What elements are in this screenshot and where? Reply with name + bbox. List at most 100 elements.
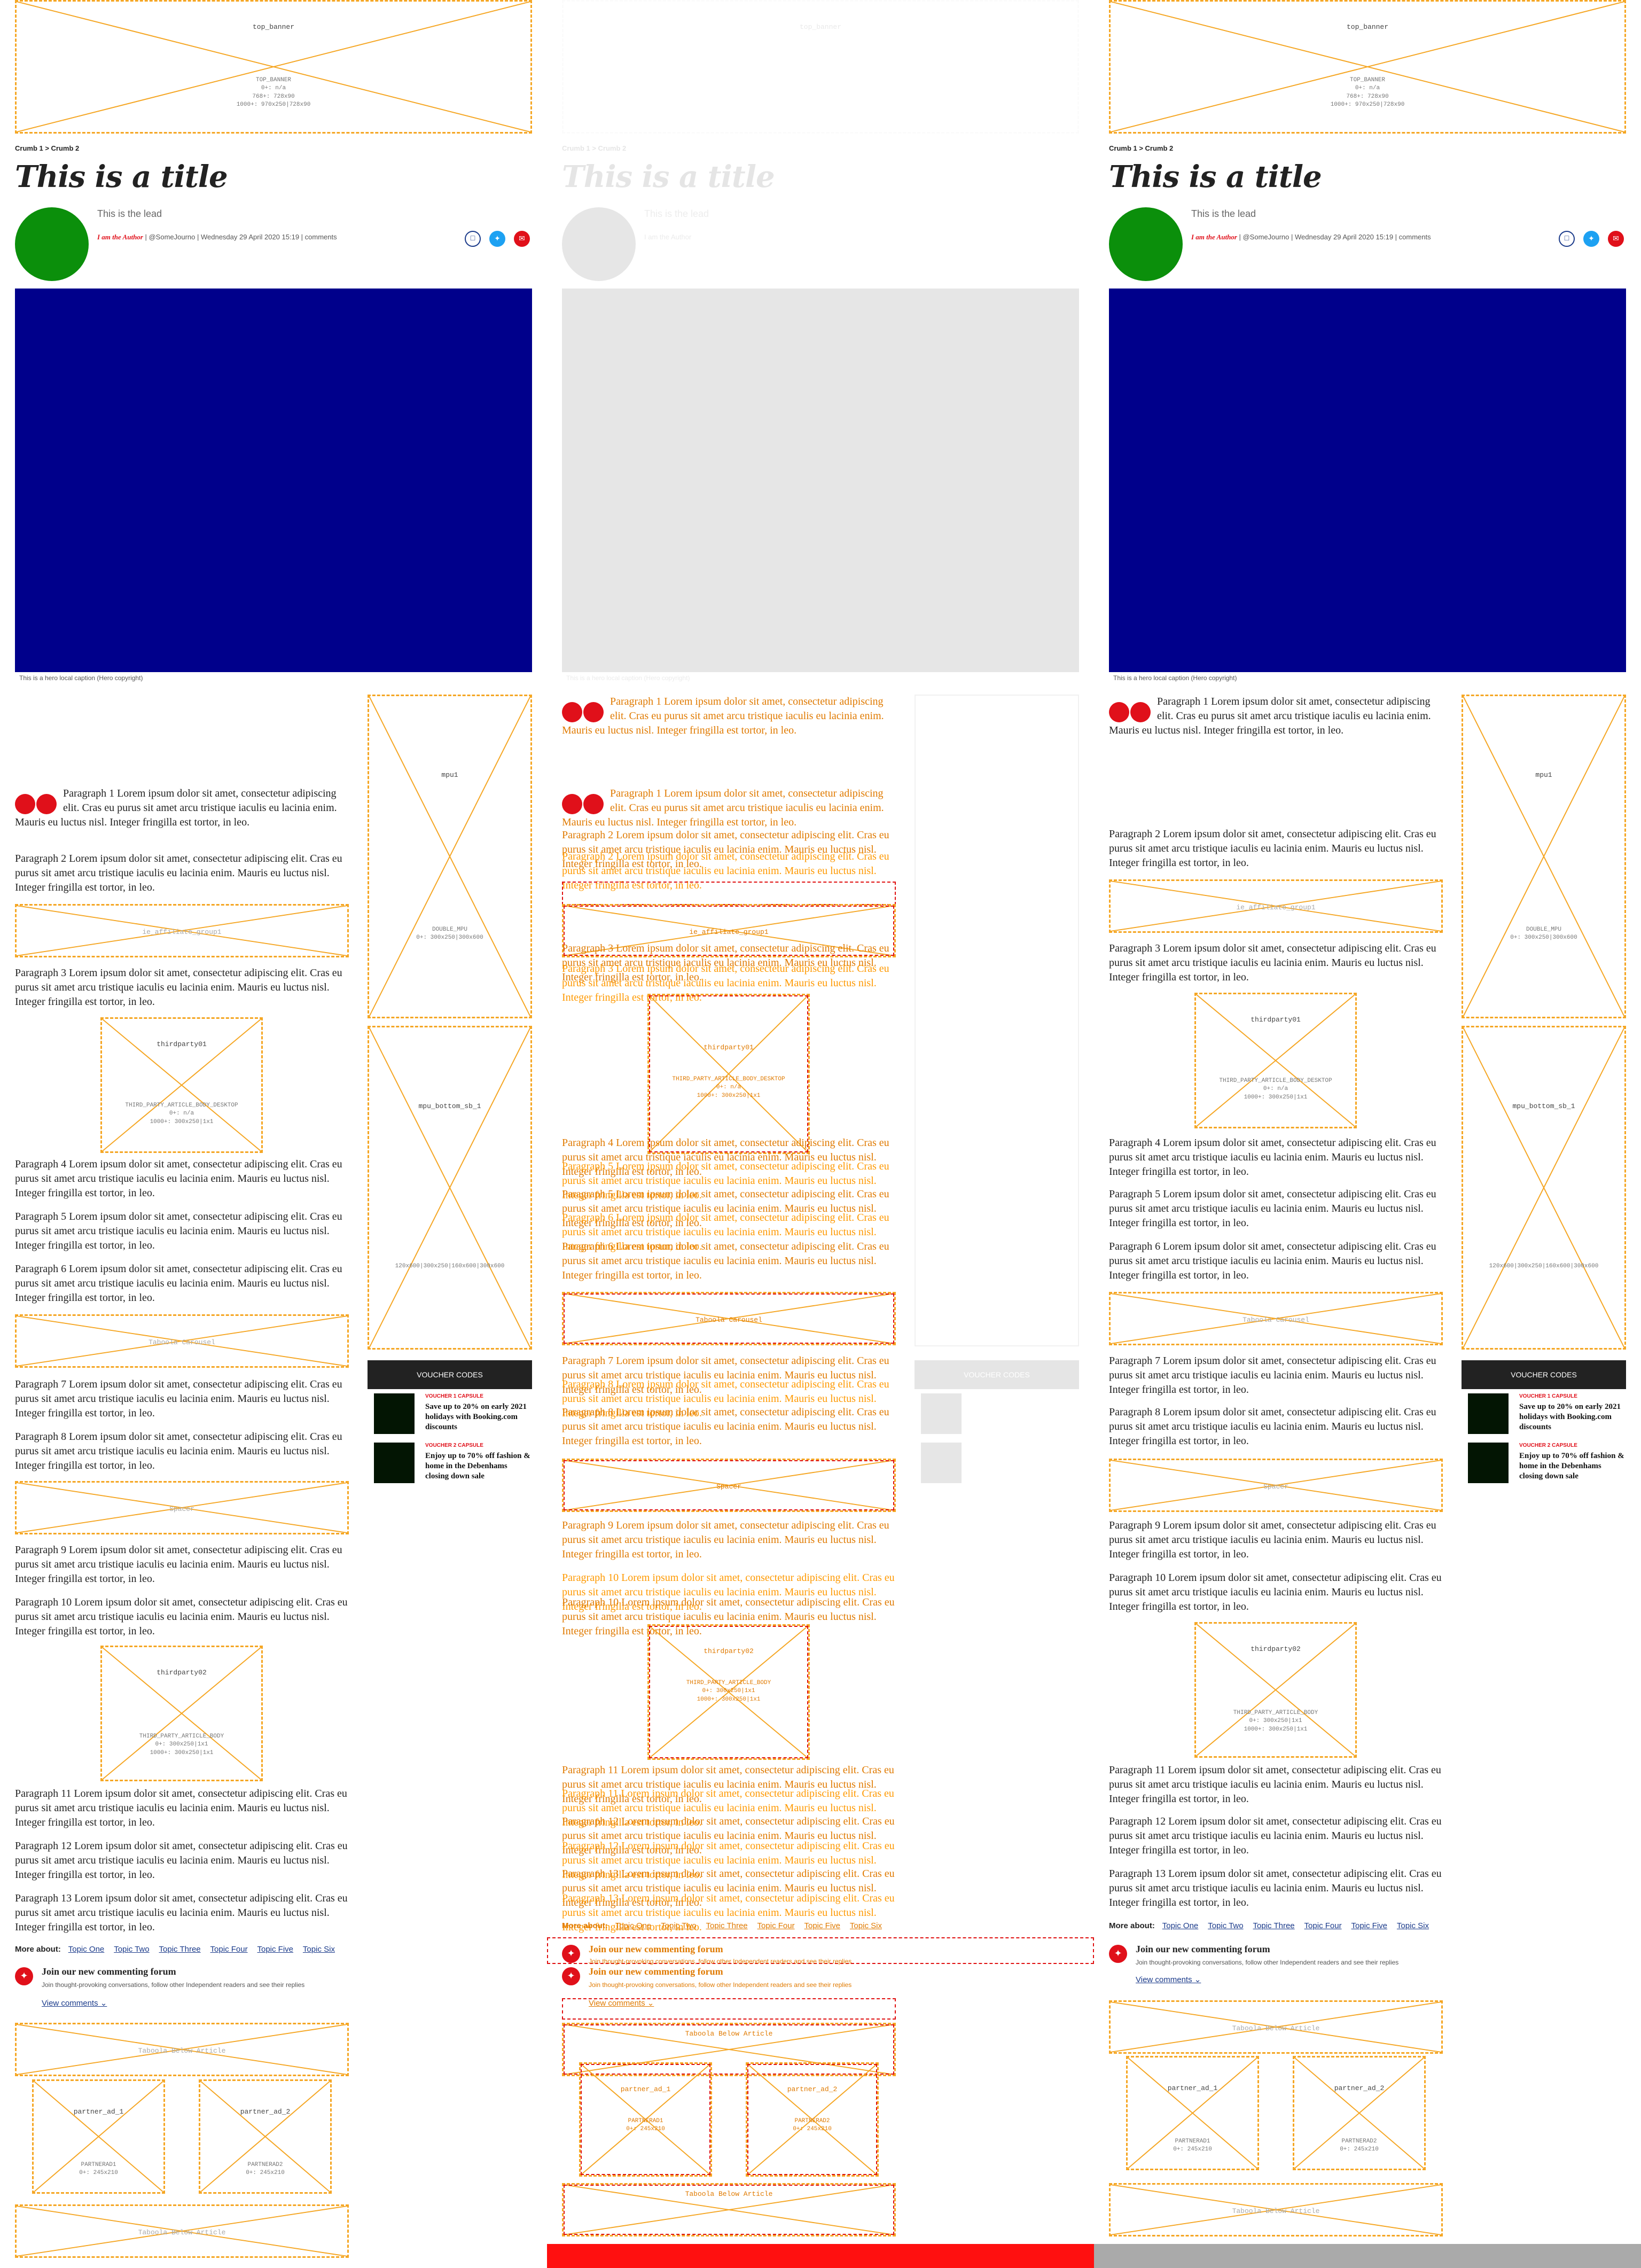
ad-spec: 1000+: 970x250|728x90 [236,102,311,108]
author-link[interactable]: I am the Author [97,233,143,241]
topic-link[interactable]: Topic Five [804,1921,840,1930]
thirdparty02-ad[interactable]: thirdparty02 THIRD_PARTY_ARTICLE_BODY 0+… [1194,1622,1357,1758]
topic-link[interactable]: Topic Five [257,1945,293,1954]
breadcrumb[interactable]: Crumb 1 > Crumb 2 [1109,144,1173,152]
taboola-below-article-ad[interactable]: Taboola Below Article [562,2183,896,2236]
topic-link[interactable]: Topic Three [1253,1921,1295,1930]
forum-title: Join our new commenting forum [42,1966,176,1977]
thirdparty01-ad[interactable]: thirdparty01 THIRD_PARTY_ARTICLE_BODY_DE… [1194,993,1357,1128]
thirdparty02-ad[interactable]: thirdparty02 THIRD_PARTY_ARTICLE_BODY 0+… [100,1646,263,1781]
spacer-ad[interactable]: Spacer [1109,1459,1443,1512]
byline: I am the Author [644,233,691,241]
topic-link[interactable]: Topic Four [757,1921,795,1930]
ad-spec: PARTNERAD2 [1341,2138,1377,2145]
top-banner-ad[interactable]: top_banner TOP_BANNER 0+: n/a 768+: 728x… [1109,0,1626,134]
spacer-ad[interactable]: Spacer [15,1481,349,1534]
ad-spec: 0+: 245x210 [793,2126,832,2133]
top-banner-ad[interactable]: top_banner TOP_BANNER 0+: n/a 768+: 728x… [15,0,532,134]
more-about-label: More about: [15,1945,61,1954]
thirdparty01-ad[interactable]: thirdparty01 THIRD_PARTY_ARTICLE_BODY_DE… [100,1017,263,1153]
mpu-bottom-ad[interactable]: mpu_bottom_sb_1 120x600|300x250|160x600|… [368,1026,532,1350]
breadcrumb[interactable]: Crumb 1 > Crumb 2 [15,144,79,152]
voucher-text: Enjoy up to 70% off fashion & home in th… [1519,1452,1624,1480]
topic-link[interactable]: Topic Six [1397,1921,1429,1930]
ad-label: ie_affiliate_group1 [689,928,769,936]
topic-link[interactable]: Topic Two [1208,1921,1243,1930]
voucher-item[interactable]: VOUCHER 1 CAPSULE Save up to 20% on earl… [1468,1393,1626,1436]
top-banner-ad[interactable]: top_banner [562,0,1079,134]
paragraph: Paragraph 12 Lorem ipsum dolor sit amet,… [1109,1815,1442,1856]
paragraph: Paragraph 8 Lorem ipsum dolor sit amet, … [15,1431,342,1471]
more-about: More about: Topic One Topic Two Topic Th… [562,1921,889,1930]
taboola-carousel-ad[interactable]: Taboola Carousel [1109,1292,1443,1345]
topic-link[interactable]: Topic Six [850,1921,882,1930]
topic-link[interactable]: Topic Three [159,1945,201,1954]
thirdparty01-ad[interactable]: thirdparty01 THIRD_PARTY_ARTICLE_BODY_DE… [647,994,810,1154]
taboola-carousel-ad[interactable]: Taboola Carousel [562,1292,896,1345]
voucher-text: Save up to 20% on early 2021 holidays wi… [425,1402,527,1431]
topic-link[interactable]: Topic Five [1351,1921,1387,1930]
voucher-item[interactable]: VOUCHER 2 CAPSULE Enjoy up to 70% off fa… [374,1443,532,1485]
partner-ad-2[interactable]: partner_ad_2 PARTNERAD2 0+: 245x210 [199,2079,332,2194]
topic-link[interactable]: Topic One [615,1921,652,1930]
article-lead: This is the lead [644,208,709,219]
ad-spec: PARTNERAD2 [794,2118,830,2124]
independent-eagle-icon: ✦ [562,1945,580,1963]
view-comments-button[interactable]: View comments ⌄ [42,1998,107,2008]
topic-link[interactable]: Topic Four [1304,1921,1342,1930]
twitter-icon[interactable]: ✦ [489,231,505,247]
affiliate-ad[interactable]: ie_affiliate_group1 [1109,879,1443,933]
spacer-ad[interactable]: Spacer [562,1459,896,1512]
email-icon[interactable]: ✉ [514,231,530,247]
topic-link[interactable]: Topic Four [210,1945,248,1954]
debug-outline [562,1998,896,2020]
debug-bar [547,2244,1094,2268]
taboola-below-article-ad[interactable]: Taboola Below Article [15,2023,349,2076]
bookmark-icon[interactable]: □ [465,231,481,247]
ad-label: top_banner [1346,23,1388,31]
mpu-bottom-ad[interactable]: mpu_bottom_sb_1 120x600|300x250|160x600|… [1462,1026,1626,1350]
partner-ad-1[interactable]: partner_ad_1 PARTNERAD1 0+: 245x210 [579,2062,712,2177]
paragraph: Paragraph 2 Lorem ipsum dolor sit amet, … [15,853,342,893]
partner-ad-2[interactable]: partner_ad_2 PARTNERAD2 0+: 245x210 [746,2062,879,2177]
twitter-icon[interactable]: ✦ [1583,231,1599,247]
taboola-below-article-ad[interactable]: Taboola Below Article [1109,2183,1443,2236]
paragraph: Paragraph 6 Lorem ipsum dolor sit amet, … [1109,1241,1436,1281]
voucher-item[interactable]: VOUCHER 2 CAPSULE Enjoy up to 70% off fa… [1468,1443,1626,1485]
view-comments-button[interactable]: View comments ⌄ [1136,1975,1201,1984]
topic-link[interactable]: Topic One [1162,1921,1199,1930]
bookmark-icon[interactable]: □ [1559,231,1575,247]
author-link[interactable]: I am the Author [644,233,691,241]
taboola-below-article-ad[interactable]: Taboola Below Article [15,2204,349,2258]
topic-link[interactable]: Topic Six [303,1945,335,1954]
partner-ad-1[interactable]: partner_ad_1 PARTNERAD1 0+: 245x210 [1126,2056,1259,2170]
partner-ad-1[interactable]: partner_ad_1 PARTNERAD1 0+: 245x210 [32,2079,165,2194]
mpu-ad[interactable]: mpu1 DOUBLE_MPU 0+: 300x250|300x600 [1462,695,1626,1018]
ad-spec: PARTNERAD1 [628,2118,663,2124]
topic-link[interactable]: Topic Three [706,1921,748,1930]
voucher-item[interactable]: VOUCHER 1 CAPSULE Save up to 20% on earl… [374,1393,532,1436]
author-link[interactable]: I am the Author [1191,233,1237,241]
more-about-label: More about: [562,1921,608,1930]
mpu-ad[interactable]: mpu1 DOUBLE_MPU 0+: 300x250|300x600 [368,695,532,1018]
paragraph: Paragraph 6 Lorem ipsum dolor sit amet, … [562,1241,889,1281]
topic-link[interactable]: Topic Two [661,1921,696,1930]
paragraph: Paragraph 1 Lorem ipsum dolor sit amet, … [562,695,896,738]
email-icon[interactable]: ✉ [1608,231,1624,247]
breadcrumb[interactable]: Crumb 1 > Crumb 2 [562,144,626,152]
voucher-thumbnail [1468,1443,1509,1483]
partner-ad-2[interactable]: partner_ad_2 PARTNERAD2 0+: 245x210 [1293,2056,1426,2170]
taboola-carousel-ad[interactable]: Taboola Carousel [15,1314,349,1368]
ad-label: Spacer [716,1483,741,1491]
ad-spec: PARTNERAD1 [81,2162,116,2168]
comments-link[interactable]: comments [305,233,337,241]
voucher-text: Save up to 20% on early 2021 holidays wi… [1519,1402,1621,1431]
ad-spec: 0+: n/a [1355,85,1380,92]
affiliate-ad[interactable]: ie_affiliate_group1 [15,904,349,957]
article-view-default: top_banner TOP_BANNER 0+: n/a 768+: 728x… [0,0,547,2268]
comments-link[interactable]: comments [1399,233,1431,241]
topic-link[interactable]: Topic Two [114,1945,149,1954]
taboola-below-article-ad[interactable]: Taboola Below Article [1109,2000,1443,2054]
thirdparty02-ad[interactable]: thirdparty02 THIRD_PARTY_ARTICLE_BODY 0+… [647,1624,810,1760]
topic-link[interactable]: Topic One [68,1945,105,1954]
